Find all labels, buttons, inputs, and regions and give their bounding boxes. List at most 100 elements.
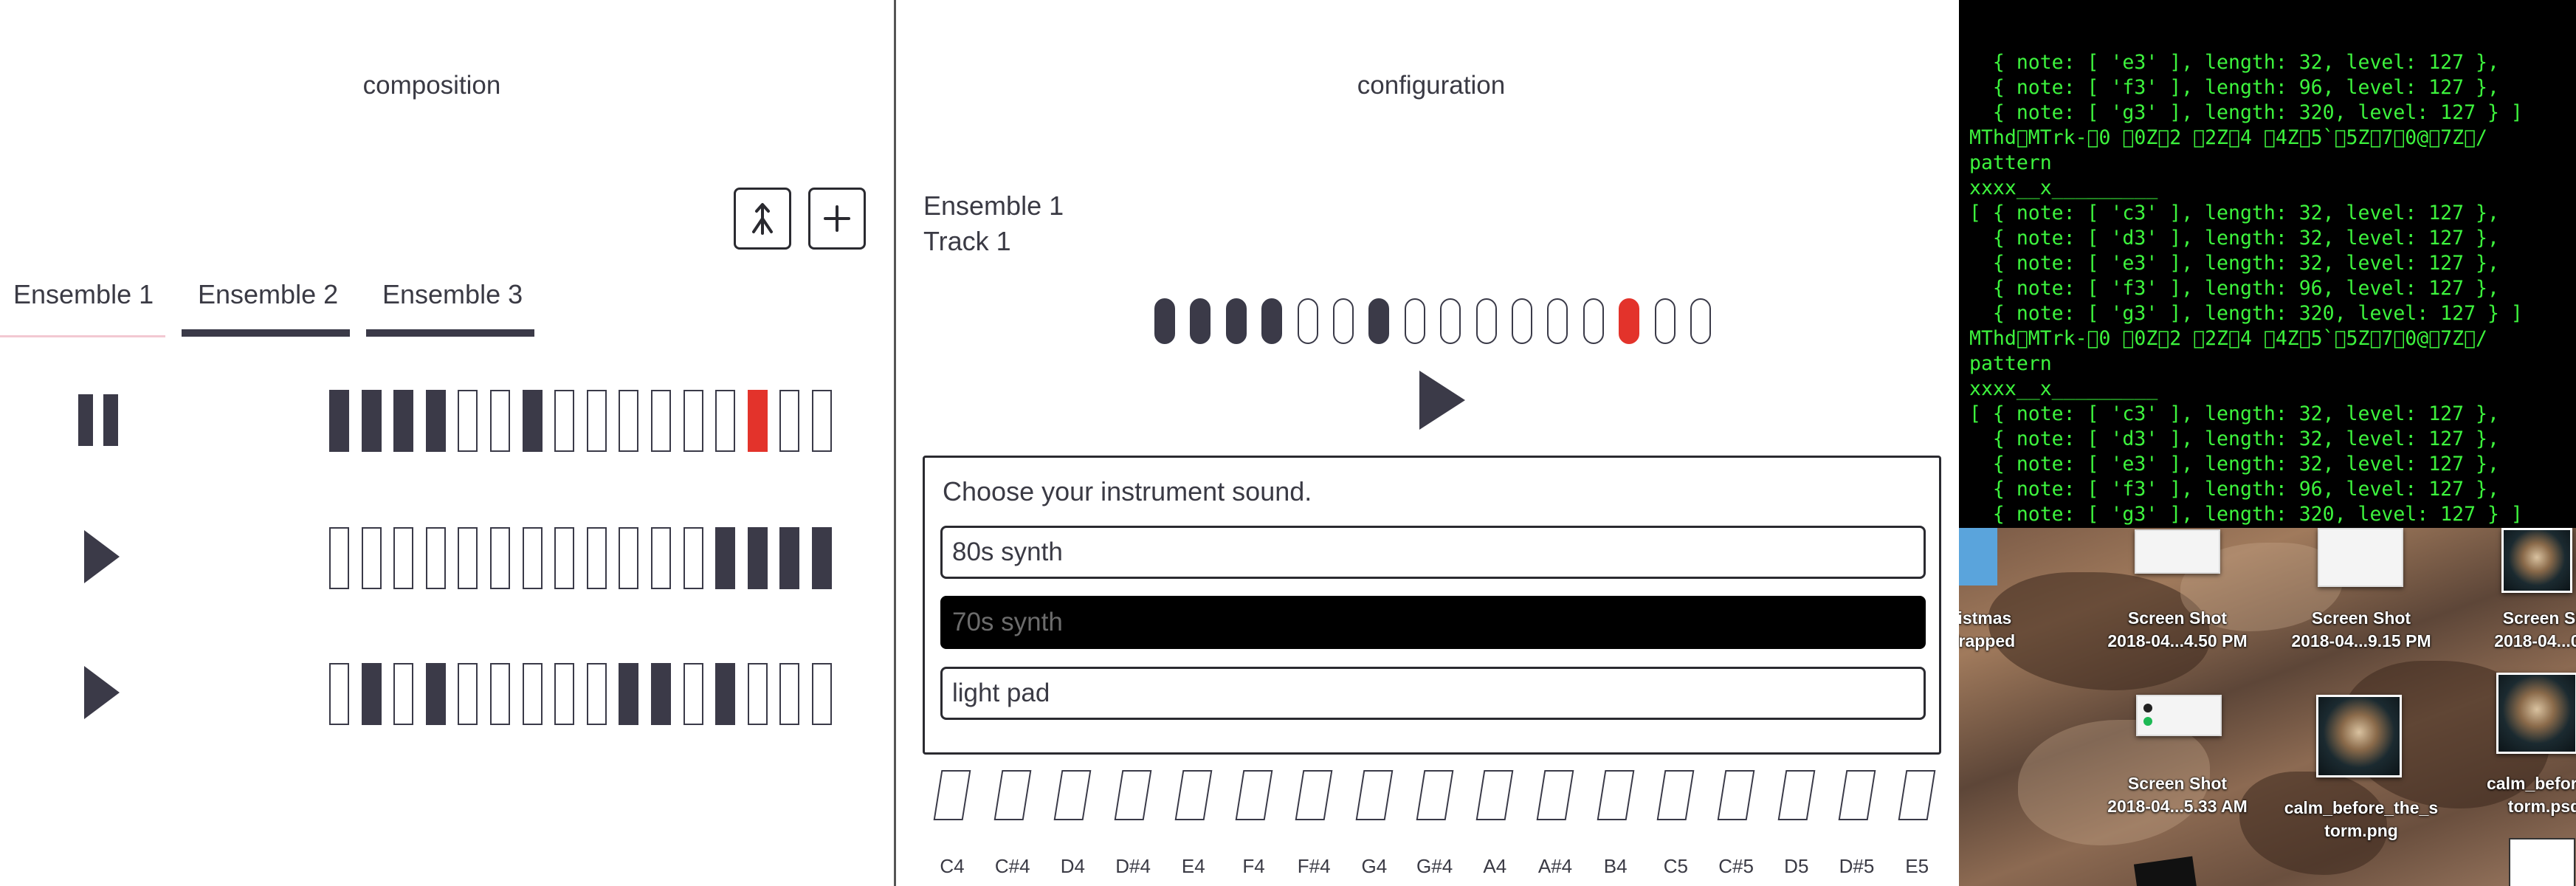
desktop-item-screenshot-2[interactable]: Screen Shot 2018-04...9.15 PM (2269, 607, 2453, 653)
terminal-window[interactable]: { note: [ 'e3' ], length: 32, level: 127… (1959, 0, 2576, 528)
step-cell[interactable] (490, 663, 510, 725)
step-cell[interactable] (329, 663, 349, 725)
piano-key[interactable] (1536, 770, 1574, 820)
step-cell[interactable] (812, 527, 832, 589)
step-cell[interactable] (329, 527, 349, 589)
step-cell[interactable] (393, 390, 414, 452)
image-thumbnail[interactable] (2501, 528, 2572, 593)
track-1-pause-button[interactable] (74, 393, 123, 451)
step-cell[interactable] (779, 527, 800, 589)
step-cell[interactable] (651, 390, 671, 452)
track-3-play-button[interactable] (74, 663, 123, 726)
instrument-option-light-pad[interactable]: light pad (940, 667, 1926, 720)
step-cell[interactable] (715, 390, 736, 452)
piano-key[interactable] (1174, 770, 1213, 820)
config-play-button[interactable] (1415, 369, 1468, 435)
step-cell[interactable] (779, 663, 800, 725)
step-cell[interactable] (490, 527, 510, 589)
step-cell[interactable] (683, 527, 703, 589)
step-cell[interactable] (361, 663, 382, 725)
desktop-item-calm-psd[interactable]: calm_before_t torm.psd (2452, 772, 2576, 818)
step-cell[interactable] (715, 663, 736, 725)
tab-ensemble-2[interactable]: Ensemble 2 (198, 279, 338, 310)
step-cell[interactable] (425, 390, 446, 452)
file-icon[interactable] (2509, 838, 2575, 886)
piano-key[interactable] (993, 770, 1032, 820)
config-step-cell[interactable] (1261, 298, 1283, 344)
config-step-cell[interactable] (1475, 298, 1497, 344)
step-cell[interactable] (554, 663, 575, 725)
piano-key[interactable] (1475, 770, 1514, 820)
step-cell[interactable] (747, 663, 768, 725)
instrument-option-80s-synth[interactable]: 80s synth (940, 526, 1926, 579)
piano-key[interactable] (1054, 770, 1092, 820)
step-cell[interactable] (554, 390, 575, 452)
step-cell[interactable] (586, 390, 607, 452)
config-step-cell[interactable] (1583, 298, 1604, 344)
step-cell[interactable] (619, 663, 639, 725)
config-step-cell[interactable] (1512, 298, 1532, 344)
step-cell[interactable] (458, 390, 478, 452)
piano-key[interactable] (1838, 770, 1876, 820)
step-cell[interactable] (361, 390, 382, 452)
config-step-cell[interactable] (1333, 298, 1354, 344)
piano-key[interactable] (1777, 770, 1816, 820)
config-step-cell[interactable] (1547, 298, 1568, 344)
add-ensemble-button[interactable] (808, 188, 866, 250)
piano-key[interactable] (1235, 770, 1272, 820)
config-step-cell[interactable] (1297, 298, 1318, 344)
step-cell[interactable] (812, 663, 832, 725)
step-cell[interactable] (458, 663, 478, 725)
step-cell[interactable] (651, 663, 671, 725)
step-cell[interactable] (619, 390, 639, 452)
instrument-option-70s-synth[interactable]: 70s synth (940, 596, 1926, 649)
step-cell[interactable] (715, 527, 736, 589)
config-step-cell[interactable] (1654, 298, 1676, 344)
piano-key[interactable] (1597, 770, 1635, 820)
step-cell[interactable] (747, 527, 768, 589)
config-step-cell[interactable] (1404, 298, 1425, 344)
merge-button[interactable] (734, 188, 791, 250)
config-step-cell[interactable] (1619, 298, 1640, 344)
step-cell[interactable] (812, 390, 832, 452)
step-cell[interactable] (329, 390, 349, 452)
config-step-cell[interactable] (1154, 298, 1175, 344)
piano-key[interactable] (1295, 770, 1333, 820)
step-cell[interactable] (425, 663, 446, 725)
track-2-play-button[interactable] (74, 527, 123, 590)
tab-ensemble-1[interactable]: Ensemble 1 (13, 279, 154, 310)
step-cell[interactable] (586, 663, 607, 725)
screenshot-thumbnail[interactable] (2135, 529, 2220, 574)
screenshot-thumbnail[interactable] (2136, 695, 2222, 736)
desktop-item-screenshot-3[interactable]: Screen Sh 2018-04...0.2 (2452, 607, 2576, 653)
tab-ensemble-3[interactable]: Ensemble 3 (382, 279, 523, 310)
piano-key[interactable] (933, 770, 971, 820)
piano-key[interactable] (1657, 770, 1695, 820)
step-cell[interactable] (393, 663, 414, 725)
piano-key[interactable] (1416, 770, 1453, 820)
step-cell[interactable] (586, 527, 607, 589)
step-cell[interactable] (554, 527, 575, 589)
screenshot-thumbnail[interactable] (2318, 528, 2403, 587)
config-step-cell[interactable] (1190, 298, 1211, 344)
config-step-cell[interactable] (1440, 298, 1461, 344)
step-cell[interactable] (779, 390, 800, 452)
piano-key[interactable] (1717, 770, 1755, 820)
image-thumbnail[interactable] (2316, 695, 2402, 777)
piano-key[interactable] (1114, 770, 1152, 820)
desktop-item-calm-png[interactable]: calm_before_the_s torm.png (2269, 797, 2453, 842)
piano-key[interactable] (1898, 770, 1936, 820)
step-cell[interactable] (683, 663, 703, 725)
config-step-cell[interactable] (1368, 298, 1390, 344)
file-icon[interactable] (2133, 856, 2198, 886)
step-cell[interactable] (619, 527, 639, 589)
step-cell[interactable] (651, 527, 671, 589)
piano-key[interactable] (1355, 770, 1394, 820)
desktop-item-screenshot-4[interactable]: Screen Shot 2018-04...5.33 AM (2085, 772, 2270, 818)
desktop-item-screenshot-1[interactable]: Screen Shot 2018-04...4.50 PM (2085, 607, 2270, 653)
step-cell[interactable] (522, 527, 543, 589)
step-cell[interactable] (458, 527, 478, 589)
step-cell[interactable] (490, 390, 510, 452)
image-thumbnail[interactable] (2496, 673, 2576, 754)
step-cell[interactable] (361, 527, 382, 589)
